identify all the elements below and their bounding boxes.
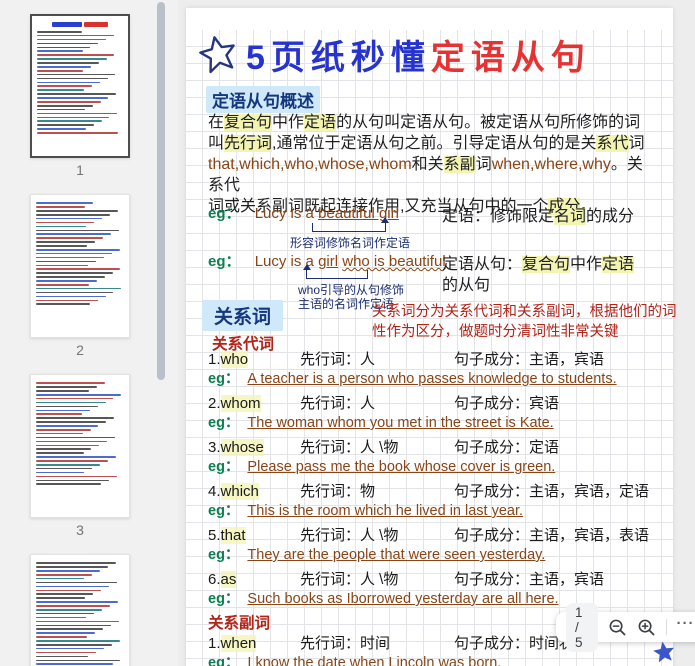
page-thumbnail-3[interactable] <box>30 374 130 518</box>
page-thumbnail-1[interactable] <box>30 14 130 158</box>
page-indicator[interactable]: 1 / 5 <box>566 602 598 652</box>
antecedent: 先行词：人 \物 <box>300 439 399 456</box>
thumbnail-label-3: 3 <box>76 522 84 538</box>
example-sentence: Please pass me the book whose cover is g… <box>247 459 556 475</box>
thumbnail-content <box>36 562 124 666</box>
relative-word-row: 6.as 先行词：人 \物 句子成分：主语，宾语 eg： Such books a… <box>208 570 666 609</box>
row-number: 1.who <box>208 351 249 368</box>
overview-line: 在复合句中作定语的从句叫定语从句。被定语从句所修饰的词 <box>208 114 641 131</box>
thumbnail-content <box>36 202 124 306</box>
example-sentence: They are the people that were seen yeste… <box>247 547 546 563</box>
sidebar-scrollbar[interactable] <box>157 2 165 380</box>
antecedent: 先行词：人 <box>300 351 376 368</box>
example-1-note: 形容词修饰名词作定语 <box>290 236 411 250</box>
eg-label: eg： <box>208 503 240 519</box>
antecedent: 先行词：人 \物 <box>300 571 399 588</box>
sentence-role: 句子成分：主语，宾语 <box>454 571 605 588</box>
example-1-text: Lucy is a <box>254 205 319 222</box>
relative-word-row: 5.that 先行词：人 \物 句子成分：主语，宾语，表语 eg： They ar… <box>208 526 666 565</box>
row-number: 5.that <box>208 527 246 544</box>
overview-line: that,which,who,whose,whom和关系副词when,where… <box>208 156 643 194</box>
thumbnail-sidebar: 1 2 3 <box>0 0 178 666</box>
zoom-in-icon[interactable] <box>637 616 656 638</box>
section-heading-relative-words: 关系词 <box>202 300 284 331</box>
definition-clause-line2: 的从句 <box>442 277 491 294</box>
sentence-role: 句子成分：宾语 <box>454 395 560 412</box>
example-sentence: The woman whom you met in the street is … <box>247 415 554 431</box>
definition-attributive: 定语：修饰限定名词的成分 <box>442 208 635 225</box>
antecedent: 先行词：物 <box>300 483 376 500</box>
row-number: 2.whom <box>208 395 261 412</box>
page-thumbnail-4[interactable] <box>30 554 130 666</box>
thumbnail-label-2: 2 <box>76 342 84 358</box>
example-sentence: Such books as Iborrowed yesterday are al… <box>247 591 559 607</box>
page-thumbnail-2[interactable] <box>30 194 130 338</box>
thumbnail-title-bars <box>37 22 123 27</box>
sentence-role: 句子成分：主语，宾语，定语 <box>454 483 650 500</box>
page-title-blue: 5页纸秒懂 <box>246 39 431 77</box>
antecedent: 先行词：人 <box>300 395 376 412</box>
thumbnail-list: 1 2 3 <box>30 14 130 666</box>
eg-label: eg： <box>208 459 240 475</box>
eg-label: eg： <box>208 371 240 387</box>
example-sentence: I know the date when Lincoln was born. <box>247 655 502 666</box>
document-viewer: 1 2 3 5页纸秒懂定语从句 定语从句概述 在复合句中作定语的从句叫定语从句。… <box>0 0 695 666</box>
page-title-red: 定语从句 <box>430 39 591 77</box>
eg-label: eg： <box>208 253 241 270</box>
favorite-star-icon[interactable] <box>650 638 677 665</box>
example-2: eg： Lucy is a girl who is beautiful <box>208 250 446 271</box>
overview-line: 叫先行词,通常位于定语从句之前。引导定语从句的是关系代词 <box>208 135 645 152</box>
eg-label: eg： <box>208 415 240 431</box>
sentence-role: 句子成分：主语，宾语 <box>454 351 605 368</box>
row-number: 1.when <box>208 635 257 652</box>
eg-label: eg： <box>208 205 241 222</box>
bracket-arrow <box>312 217 389 232</box>
relative-word-row: 3.whose 先行词：人 \物 句子成分：定语 eg： Please pass … <box>208 438 666 477</box>
pronoun-rows: 1.who 先行词：人 句子成分：主语，宾语 eg： A teacher is a… <box>208 350 666 609</box>
example-1: eg： Lucy is a beautiful girl <box>208 202 399 223</box>
section-heading-overview: 定语从句概述 <box>206 86 320 113</box>
relative-word-row: 1.who 先行词：人 句子成分：主语，宾语 eg： A teacher is a… <box>208 350 666 389</box>
zoom-out-icon[interactable] <box>608 616 627 638</box>
thumbnail-label-1: 1 <box>76 162 84 178</box>
eg-label: eg： <box>208 591 240 607</box>
example-sentence: This is the room which he lived in last … <box>247 503 524 519</box>
row-number: 4.which <box>208 483 259 500</box>
row-number: 3.whose <box>208 439 264 456</box>
thumbnail-content <box>36 382 124 486</box>
eg-label: eg： <box>208 655 240 666</box>
document-page: 5页纸秒懂定语从句 定语从句概述 在复合句中作定语的从句叫定语从句。被定语从句所… <box>186 8 677 666</box>
antecedent: 先行词：人 \物 <box>300 527 399 544</box>
row-number: 6.as <box>208 571 237 588</box>
example-2-underlined: girl <box>318 253 339 270</box>
example-sentence: A teacher is a person who passes knowled… <box>247 371 617 387</box>
toolbar-divider <box>665 619 667 635</box>
eg-label: eg： <box>208 547 240 563</box>
sentence-role: 句子成分：主语，宾语，表语 <box>454 527 650 544</box>
thumbnail-content <box>37 31 123 134</box>
decorative-star-icon <box>199 36 235 74</box>
relative-word-row: 2.whom 先行词：人 句子成分：宾语 eg： The woman whom y… <box>208 394 666 433</box>
relative-word-row: 4.which 先行词：物 句子成分：主语，宾语，定语 eg： This is t… <box>208 482 666 521</box>
bracket-arrow <box>303 264 368 279</box>
antecedent: 先行词：时间 <box>300 635 391 652</box>
page-title: 5页纸秒懂定语从句 <box>246 30 591 79</box>
example-2-wavy: who is beautiful <box>342 253 446 270</box>
relative-words-note: 关系词分为关系代词和关系副词，根据他们的词 性作为区分，做题时分清词性非常关键 <box>372 304 677 340</box>
sentence-role: 句子成分：定语 <box>454 439 560 456</box>
more-options-button[interactable]: ··· <box>677 616 695 635</box>
